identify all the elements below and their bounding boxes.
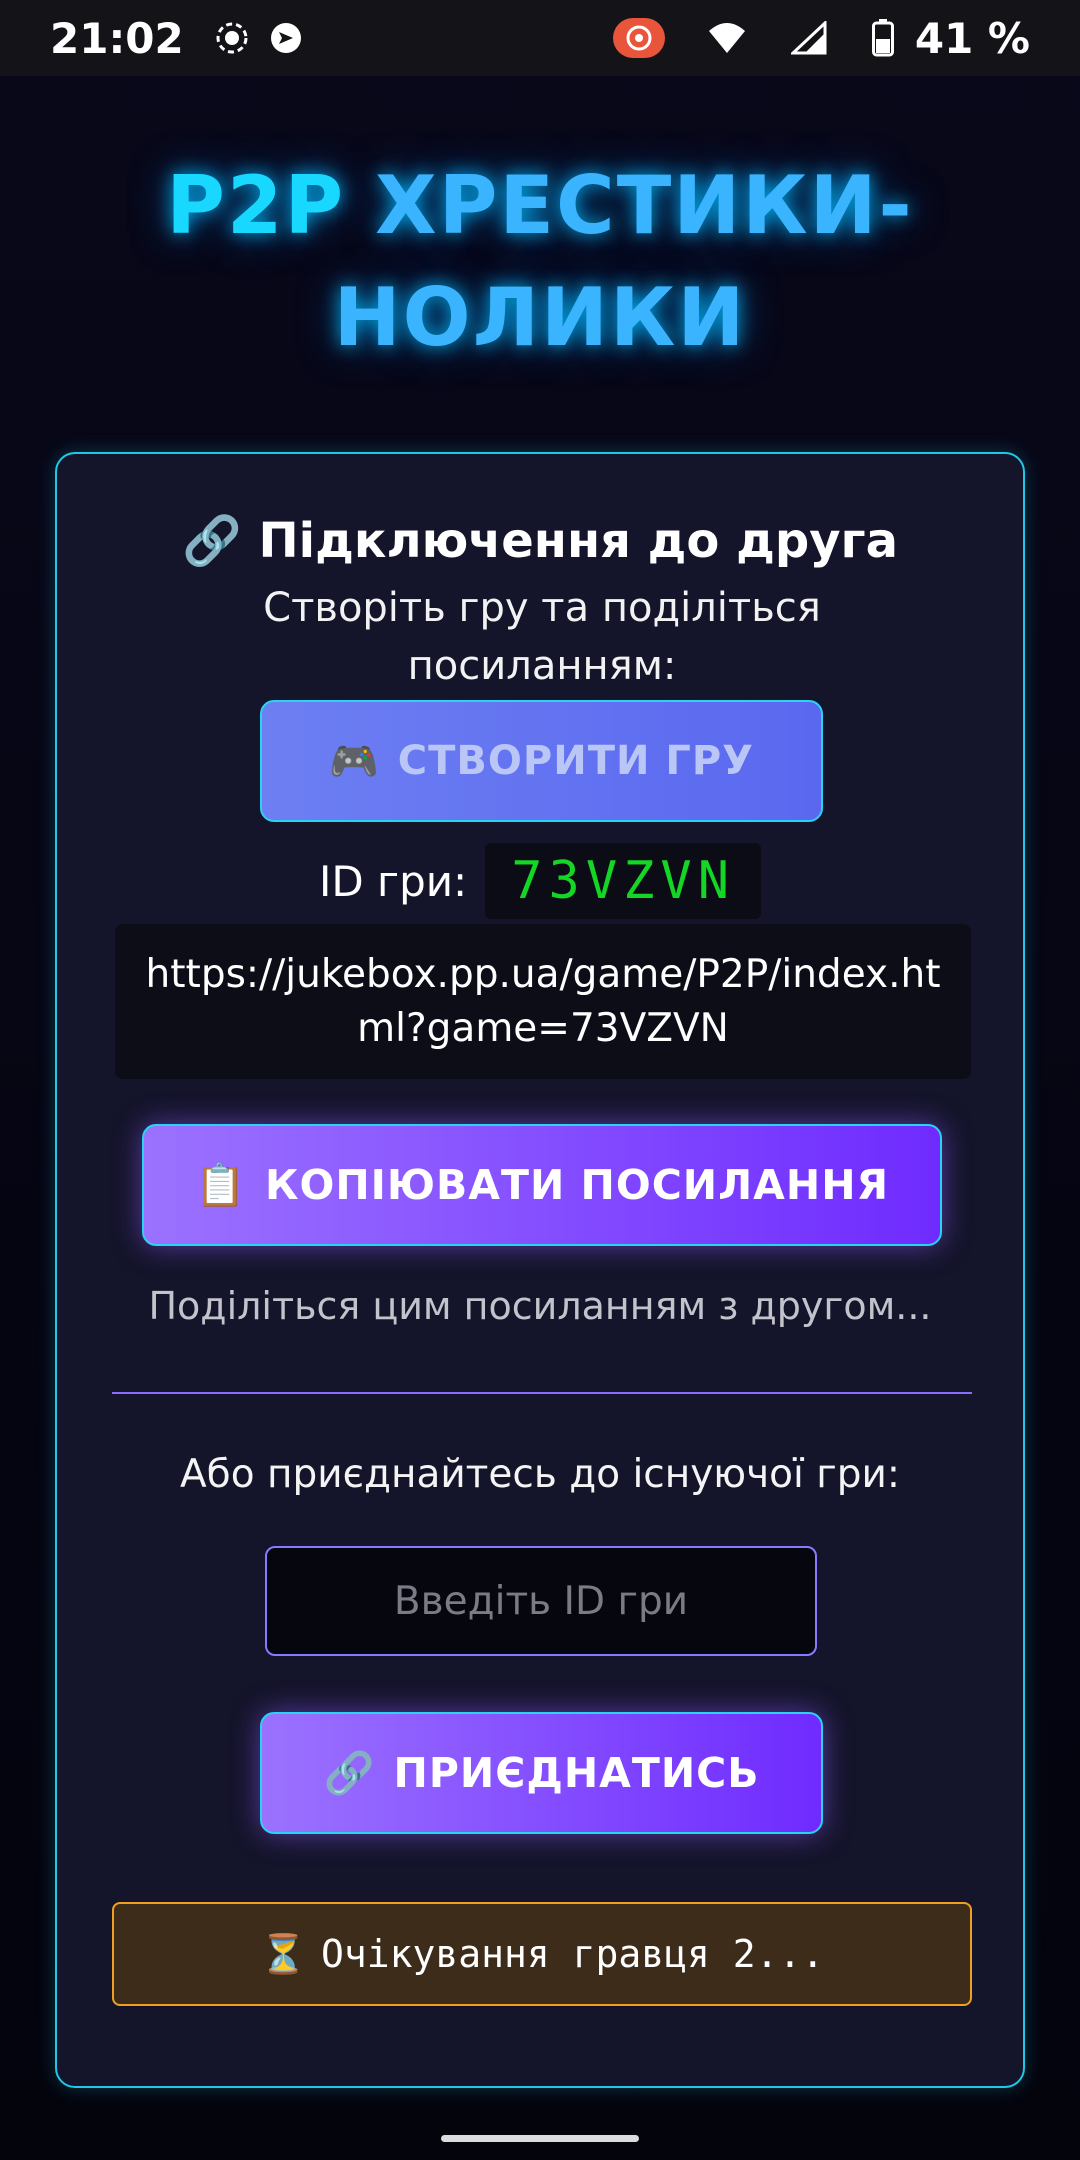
battery-icon [871,18,895,58]
hourglass-icon: ⏳ [259,1931,307,1976]
card-heading: 🔗 Підключення до друга [57,512,1023,569]
app-screen: 21:02 41 % P2P ХРЕСТИКИ- НОЛИКИ 🔗 Підклю… [0,0,1080,2160]
game-id-value: 73VZVN [485,843,762,919]
status-bar: 21:02 41 % [0,0,1080,76]
home-indicator[interactable] [441,2135,639,2142]
create-game-label: СТВОРИТИ ГРУ [397,738,755,784]
waiting-status-text: Очікування гравця 2... [321,1932,825,1976]
copy-link-button[interactable]: 📋 КОПІЮВАТИ ПОСИЛАННЯ [142,1124,942,1246]
cast-icon [266,18,306,58]
game-id-input[interactable] [265,1546,817,1656]
join-label: Або приєднайтесь до існуючої гри: [179,1452,900,1497]
title-word: ХРЕСТИКИ- [375,159,914,252]
game-id-label: ID гри: [318,856,468,906]
signal-icon [789,18,829,58]
game-id-row: ID гри: 73VZVN [57,836,1023,926]
title-p2p: P2P [166,159,346,252]
create-game-button[interactable]: 🎮 СТВОРИТИ ГРУ [260,700,823,822]
gamepad-icon: 🎮 [328,738,380,785]
page-title: P2P ХРЕСТИКИ- НОЛИКИ [0,150,1080,374]
waiting-status: ⏳ Очікування гравця 2... [112,1902,972,2006]
card-subtitle: Створіть гру та поділіться посиланням: [263,585,821,689]
battery-percent: 41 % [914,13,1030,63]
join-label-text: ПРИЄДНАТИСЬ [393,1749,760,1797]
share-hint: Поділіться цим посиланням з другом... [148,1284,932,1328]
record-icon [212,18,252,58]
clipboard-icon: 📋 [194,1160,247,1209]
share-link[interactable]: https://jukebox.pp.ua/game/P2P/index.htm… [115,924,971,1079]
copy-link-label: КОПІЮВАТИ ПОСИЛАННЯ [264,1161,890,1209]
link-icon: 🔗 [182,513,242,569]
status-time: 21:02 [50,13,184,63]
card-heading-text: Підключення до друга [258,513,898,569]
link-icon: 🔗 [323,1748,376,1797]
vpn-badge-icon [612,18,665,58]
title-line2: НОЛИКИ [333,271,747,364]
status-right: 41 % [585,14,1030,63]
join-button[interactable]: 🔗 ПРИЄДНАТИСЬ [260,1712,823,1834]
divider [112,1392,972,1394]
connect-card: 🔗 Підключення до друга Створіть гру та п… [55,452,1025,2088]
wifi-icon [707,18,747,58]
